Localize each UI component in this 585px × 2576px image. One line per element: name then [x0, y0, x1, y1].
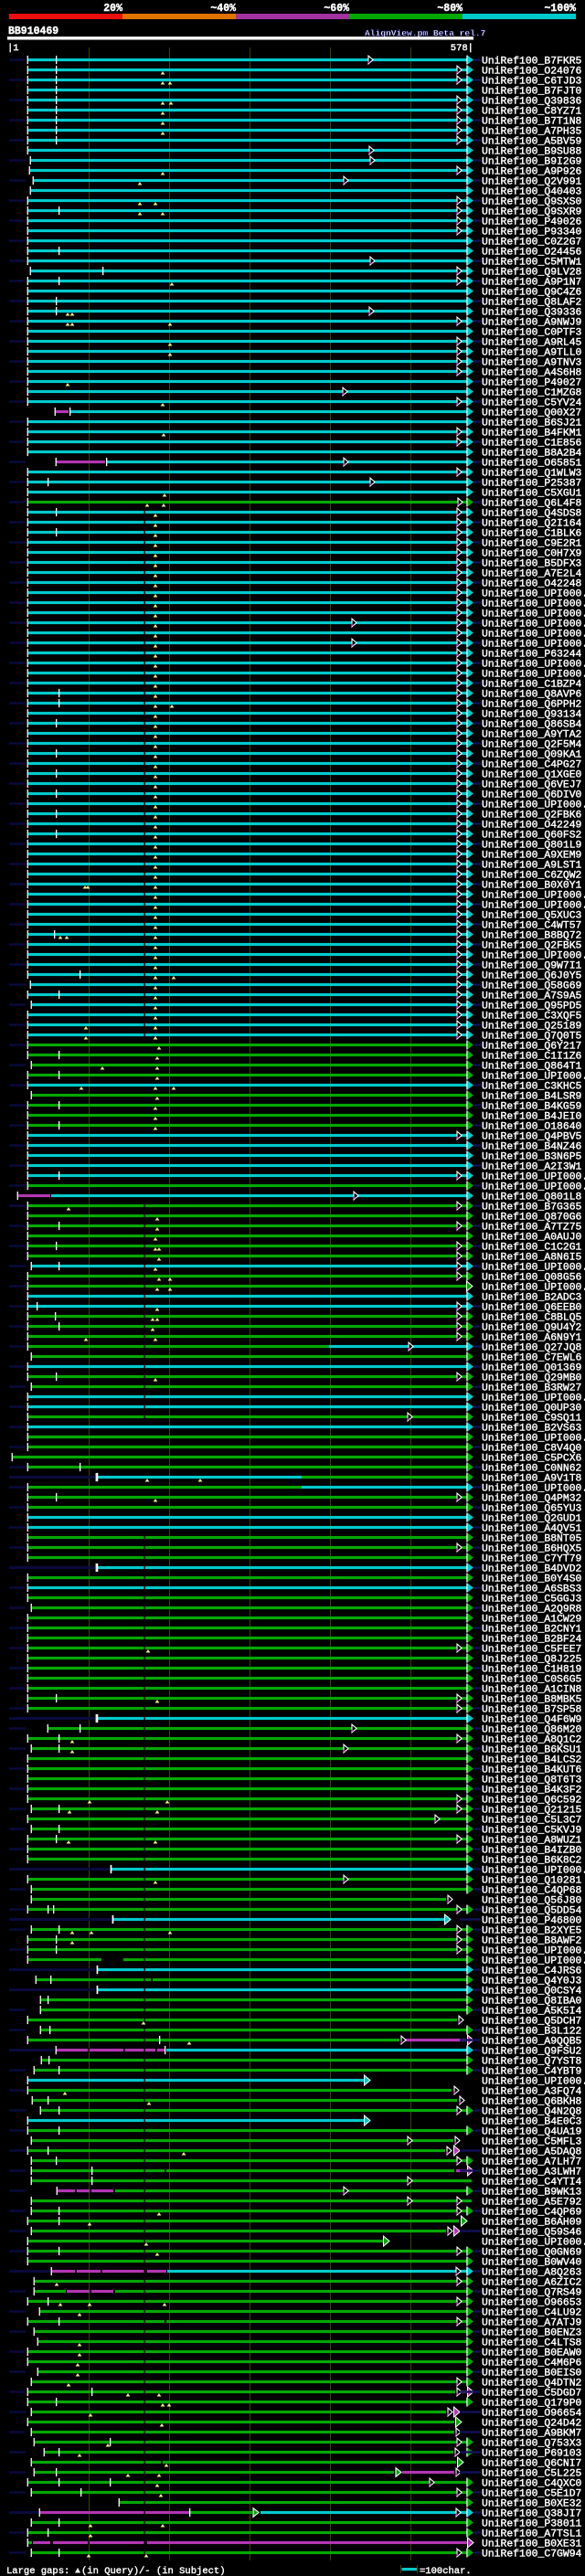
- svg-text:20%: 20%: [103, 3, 122, 15]
- svg-text:Large gaps:: Large gaps:: [6, 2566, 69, 2576]
- svg-text:(in Query)/- (in Subject): (in Query)/- (in Subject): [81, 2566, 226, 2576]
- svg-text:UniRef100_C7GW94: UniRef100_C7GW94: [482, 2549, 582, 2560]
- svg-text:~80%: ~80%: [437, 3, 463, 15]
- svg-text:=100char.: =100char.: [420, 2566, 472, 2576]
- svg-text:BB910469: BB910469: [8, 26, 58, 37]
- svg-text:|1: |1: [7, 43, 19, 54]
- svg-text:578|: 578|: [451, 43, 473, 54]
- svg-text:~100%: ~100%: [544, 3, 576, 15]
- svg-text:~40%: ~40%: [210, 3, 236, 15]
- svg-text:~60%: ~60%: [324, 3, 349, 15]
